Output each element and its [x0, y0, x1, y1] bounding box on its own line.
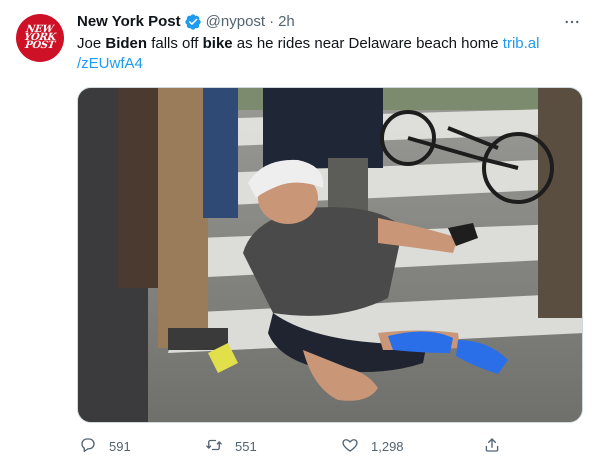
- verified-badge-icon: [184, 13, 202, 31]
- reply-icon: [79, 436, 97, 457]
- tweet-text-part: Joe: [77, 35, 106, 52]
- tweet-header: New York Post @nypost · 2h: [77, 12, 295, 32]
- reply-button[interactable]: 591: [79, 434, 131, 458]
- more-dots-icon[interactable]: [560, 10, 584, 34]
- share-icon: [483, 436, 501, 457]
- tweet-text-bold: Biden: [105, 35, 148, 52]
- tweet[interactable]: NEW YORK POST New York Post @nypost · 2h…: [0, 0, 598, 467]
- photo-illustration: [78, 88, 582, 422]
- tweet-text: Joe Biden falls off bike as he rides nea…: [77, 34, 577, 74]
- tweet-text-bold: bike: [202, 35, 233, 52]
- retweet-icon: [205, 436, 223, 457]
- reply-count: 591: [109, 438, 131, 454]
- tweet-text-part: falls off: [147, 35, 203, 52]
- share-button[interactable]: [483, 434, 501, 458]
- tweet-photo[interactable]: [77, 87, 583, 423]
- account-name[interactable]: New York Post: [77, 12, 181, 32]
- account-handle[interactable]: @nypost: [206, 12, 265, 32]
- tweet-link-part[interactable]: trib.al: [503, 35, 540, 52]
- retweet-count: 551: [235, 438, 257, 454]
- retweet-button[interactable]: 551: [205, 434, 257, 458]
- avatar[interactable]: NEW YORK POST: [16, 14, 64, 62]
- like-button[interactable]: 1,298: [341, 434, 404, 458]
- avatar-text-3: POST: [24, 40, 56, 51]
- like-count: 1,298: [371, 438, 404, 454]
- tweet-actions: 591 551 1,298: [77, 434, 583, 458]
- tweet-timestamp[interactable]: 2h: [278, 12, 295, 32]
- header-separator: ·: [269, 13, 275, 30]
- heart-icon: [341, 436, 359, 457]
- tweet-text-part: as he rides near Delaware beach home: [232, 35, 503, 52]
- tweet-link-part[interactable]: /zEUwfA4: [77, 55, 143, 72]
